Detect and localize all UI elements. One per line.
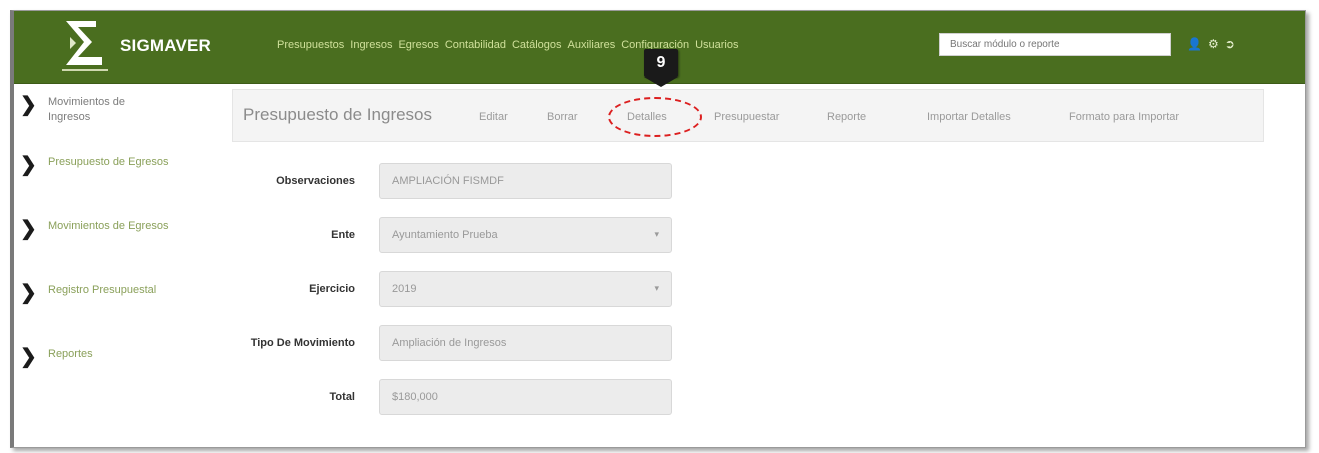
step-badge: 9: [644, 49, 678, 77]
tab-reporte[interactable]: Reporte: [827, 111, 866, 123]
tab-borrar[interactable]: Borrar: [547, 111, 578, 123]
field-label: Ente: [331, 229, 355, 241]
observaciones-input[interactable]: AMPLIACIÓN FISMDF: [379, 163, 672, 199]
brand-name: SIGMAVER: [120, 36, 212, 55]
nav-ingresos[interactable]: Ingresos: [350, 39, 392, 51]
nav-egresos[interactable]: Egresos: [398, 39, 438, 51]
chevron-right-icon: ❯: [20, 282, 37, 304]
tab-editar[interactable]: Editar: [479, 111, 508, 123]
sidebar-item-movimientos-ingresos[interactable]: ❯ Movimientos de Ingresos: [14, 95, 125, 125]
sidebar-item-label: Registro Presupuestal: [48, 284, 157, 296]
nav-auxiliares[interactable]: Auxiliares: [568, 39, 616, 51]
nav-catalogos[interactable]: Catálogos: [512, 39, 562, 51]
sidebar-item-label: Presupuesto de Egresos: [48, 156, 169, 168]
action-tabbar: Presupuesto de Ingresos Editar Borrar De…: [232, 89, 1264, 142]
app-window: SIGMAVER Presupuestos Ingresos Egresos C…: [10, 10, 1306, 448]
field-label: Ejercicio: [309, 283, 355, 295]
sidebar-item-registro-presupuestal[interactable]: ❯ Registro Presupuestal: [14, 283, 156, 305]
page-title: Presupuesto de Ingresos: [243, 105, 433, 124]
tab-presupuestar[interactable]: Presupuestar: [714, 111, 779, 123]
field-label: Tipo De Movimiento: [250, 337, 355, 349]
chevron-right-icon: ❯: [20, 218, 37, 240]
field-ejercicio: Ejercicio 2019 ▾: [214, 271, 672, 307]
nav-contabilidad[interactable]: Contabilidad: [445, 39, 506, 51]
sidebar-item-movimientos-egresos[interactable]: ❯ Movimientos de Egresos: [14, 219, 168, 241]
logout-icon[interactable]: ➲: [1225, 37, 1235, 51]
sidebar-item-label: Movimientos de Egresos: [48, 220, 169, 232]
nav-usuarios[interactable]: Usuarios: [695, 39, 738, 51]
ente-value: Ayuntamiento Prueba: [392, 229, 498, 241]
ente-select[interactable]: Ayuntamiento Prueba ▾: [379, 217, 672, 253]
sigmaver-logo-icon: [62, 21, 108, 71]
gear-icon[interactable]: ⚙: [1208, 37, 1219, 51]
tab-importar-detalles[interactable]: Importar Detalles: [927, 111, 1011, 123]
chevron-right-icon: ❯: [20, 154, 37, 176]
search-input[interactable]: [939, 33, 1171, 56]
highlight-callout: [608, 97, 702, 137]
sidebar-item-reportes[interactable]: ❯ Reportes: [14, 347, 93, 369]
top-icons: 👤 ⚙ ➲: [1187, 37, 1235, 51]
field-observaciones: Observaciones AMPLIACIÓN FISMDF: [214, 163, 672, 199]
tab-formato-importar[interactable]: Formato para Importar: [1069, 111, 1179, 123]
nav-presupuestos[interactable]: Presupuestos: [277, 39, 344, 51]
dropdown-caret-icon: ▾: [654, 229, 659, 239]
sidebar-item-label: Movimientos de Ingresos: [48, 96, 126, 123]
sidebar-item-presupuesto-egresos[interactable]: ❯ Presupuesto de Egresos: [14, 155, 168, 177]
user-icon[interactable]: 👤: [1187, 37, 1202, 51]
field-label: Total: [329, 391, 355, 403]
chevron-right-icon: ❯: [20, 346, 37, 368]
field-ente: Ente Ayuntamiento Prueba ▾: [214, 217, 672, 253]
field-total: Total $180,000: [214, 379, 672, 415]
sidebar-item-label: Reportes: [48, 348, 93, 360]
total-input[interactable]: $180,000: [379, 379, 672, 415]
tipo-movimiento-input[interactable]: Ampliación de Ingresos: [379, 325, 672, 361]
field-tipo-movimiento: Tipo De Movimiento Ampliación de Ingreso…: [214, 325, 672, 361]
step-badge-pointer: [644, 77, 678, 87]
chevron-right-icon: ❯: [20, 94, 37, 116]
ejercicio-select[interactable]: 2019 ▾: [379, 271, 672, 307]
dropdown-caret-icon: ▾: [654, 283, 659, 293]
ejercicio-value: 2019: [392, 283, 417, 295]
field-label: Observaciones: [276, 175, 355, 187]
